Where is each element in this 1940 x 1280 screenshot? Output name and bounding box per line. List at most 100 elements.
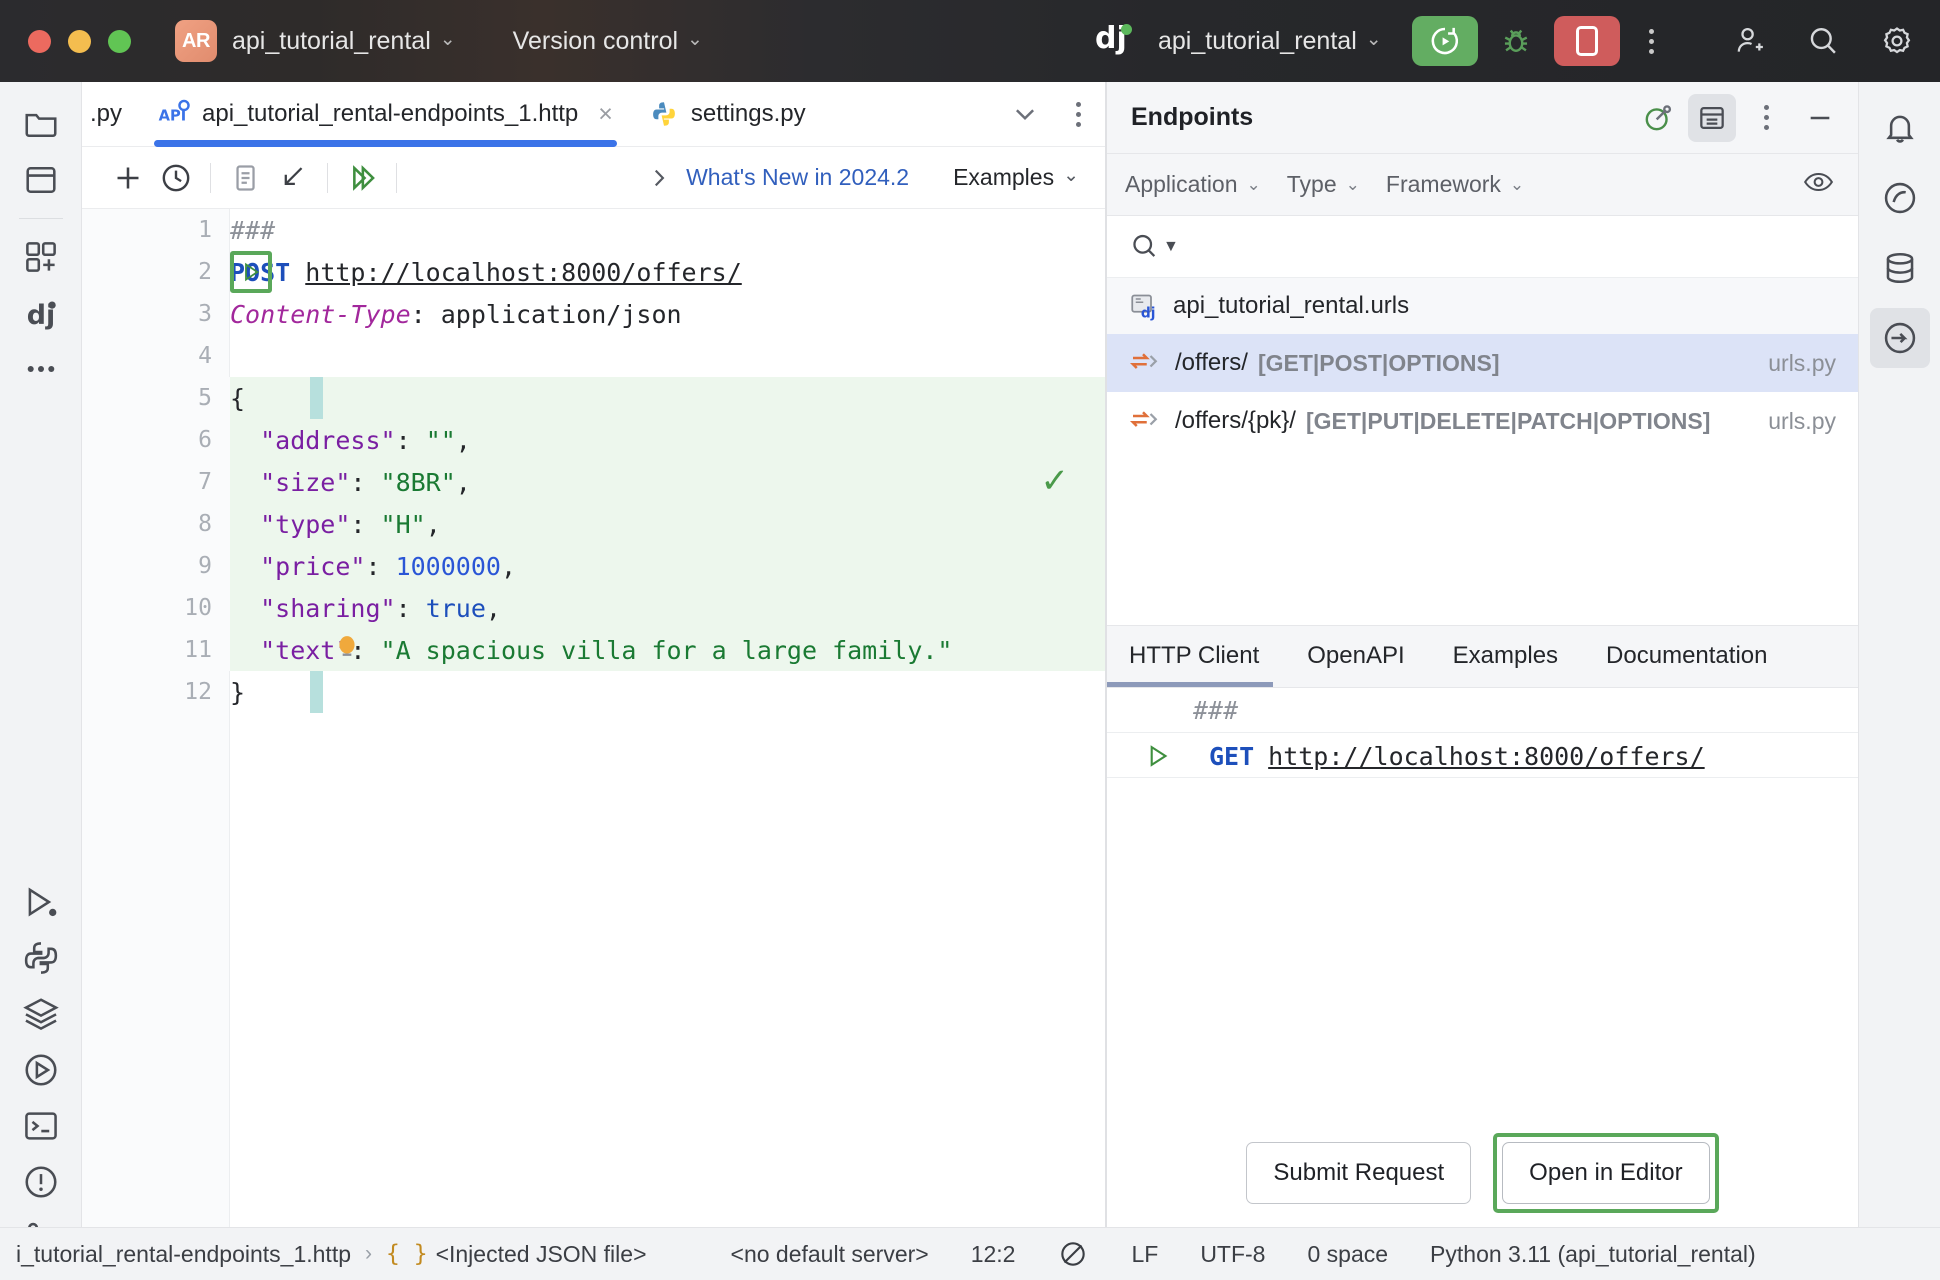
version-control-dropdown[interactable]: Version control ⌄ — [498, 27, 703, 56]
filter-application-dropdown[interactable]: Application ⌄ — [1125, 171, 1261, 198]
tab-examples[interactable]: Examples — [1429, 625, 1582, 687]
open-in-editor-button[interactable]: Open in Editor — [1502, 1142, 1709, 1204]
search-dropdown-arrow-icon[interactable]: ▼ — [1163, 238, 1179, 256]
code-token: "text" — [230, 636, 350, 665]
tab-documentation[interactable]: Documentation — [1582, 625, 1791, 687]
run-config-dropdown[interactable]: api_tutorial_rental ⌄ — [1143, 27, 1382, 56]
terminal-tool-window-button[interactable] — [13, 1098, 69, 1154]
filter-type-dropdown[interactable]: Type ⌄ — [1287, 171, 1360, 198]
status-default-server[interactable]: <no default server> — [731, 1241, 929, 1268]
structure-tool-window-button[interactable] — [13, 229, 69, 285]
minimize-window-button[interactable] — [68, 30, 91, 53]
code-line[interactable]: 1### — [82, 209, 1105, 251]
request-history-button[interactable] — [152, 154, 200, 202]
more-horizontal-icon — [22, 350, 60, 388]
more-options-button[interactable] — [1632, 18, 1672, 64]
add-request-button[interactable] — [104, 154, 152, 202]
whats-new-link[interactable]: What's New in 2024.2 — [686, 164, 909, 191]
intention-bulb-icon[interactable] — [334, 634, 360, 660]
preview-toggle-button[interactable] — [1802, 167, 1858, 202]
convert-request-button[interactable] — [269, 154, 317, 202]
code-line[interactable]: 12} — [82, 671, 1105, 713]
filter-framework-dropdown[interactable]: Framework ⌄ — [1386, 171, 1524, 198]
code-line[interactable]: 9 "price": 1000000, — [82, 545, 1105, 587]
database-button[interactable] — [1870, 238, 1930, 298]
project-tool-window-button[interactable] — [13, 96, 69, 152]
examples-dropdown[interactable]: Examples ⌄ — [953, 164, 1089, 191]
code-token: "8BR" — [381, 468, 456, 497]
project-name-dropdown[interactable]: api_tutorial_rental ⌄ — [217, 27, 456, 56]
status-line-separator[interactable]: LF — [1131, 1241, 1158, 1268]
add-user-button[interactable] — [1728, 20, 1770, 62]
code-text: POST http://localhost:8000/offers/ — [230, 258, 742, 287]
python-console-button[interactable] — [13, 930, 69, 986]
editor-tab-label: api_tutorial_rental-endpoints_1.http — [202, 100, 578, 128]
ai-assistant-button[interactable] — [1870, 168, 1930, 228]
code-line[interactable]: 6 "address": "", — [82, 419, 1105, 461]
services-tool-window-button[interactable] — [13, 1042, 69, 1098]
tab-http-client[interactable]: HTTP Client — [1107, 625, 1283, 687]
tab-openapi[interactable]: OpenAPI — [1283, 625, 1428, 687]
editor-tab-http[interactable]: API api_tutorial_rental-endpoints_1.http… — [140, 82, 631, 147]
tab-list-dropdown-button[interactable] — [1000, 91, 1050, 137]
inspection-status-icon[interactable]: ✓ — [1041, 461, 1070, 501]
run-tool-window-button[interactable] — [13, 874, 69, 930]
close-window-button[interactable] — [28, 30, 51, 53]
code-line[interactable]: 5{ — [82, 377, 1105, 419]
close-tab-button[interactable]: × — [598, 102, 613, 127]
endpoints-search-field[interactable]: ▼ — [1107, 216, 1858, 278]
preview-run-button[interactable] — [1131, 742, 1185, 770]
http-client-preview[interactable]: ### GET http://localhost:8000/offers/ — [1107, 687, 1858, 1039]
endpoints-panel-button[interactable] — [1870, 308, 1930, 368]
stop-button[interactable] — [1554, 16, 1620, 66]
run-all-requests-button[interactable] — [338, 154, 386, 202]
status-caret-position[interactable]: 12:2 — [971, 1241, 1016, 1268]
copy-as-curl-button[interactable] — [221, 154, 269, 202]
expand-icon[interactable] — [646, 165, 672, 191]
status-interpreter[interactable]: Python 3.11 (api_tutorial_rental) — [1430, 1241, 1756, 1268]
inspections-off-icon[interactable] — [1057, 1238, 1089, 1270]
search-button[interactable] — [1802, 20, 1844, 62]
endpoint-tracking-button[interactable] — [1634, 94, 1682, 142]
endpoints-group-header[interactable]: dj api_tutorial_rental.urls — [1107, 278, 1858, 334]
endpoint-row-offers[interactable]: /offers/ [GET|POST|OPTIONS] urls.py — [1107, 334, 1858, 392]
code-line[interactable]: 2POST http://localhost:8000/offers/ — [82, 251, 1105, 293]
database-tool-window-button[interactable] — [13, 986, 69, 1042]
search-input[interactable] — [1191, 233, 1751, 261]
django-tool-window-button[interactable]: dj — [13, 285, 69, 341]
submit-request-button[interactable]: Submit Request — [1246, 1142, 1471, 1204]
settings-button[interactable] — [1876, 20, 1918, 62]
code-line[interactable]: 4 — [82, 335, 1105, 377]
status-encoding[interactable]: UTF-8 — [1200, 1241, 1265, 1268]
window-controls[interactable] — [28, 30, 131, 53]
debug-button[interactable] — [1490, 16, 1542, 66]
editor-tab-py-truncated[interactable]: .py — [82, 82, 140, 147]
endpoints-header: Endpoints — [1107, 82, 1858, 154]
code-line[interactable]: 8 "type": "H", — [82, 503, 1105, 545]
code-line[interactable]: 10 "sharing": true, — [82, 587, 1105, 629]
status-file-path[interactable]: i_tutorial_rental-endpoints_1.http — [16, 1241, 351, 1268]
import-icon — [277, 162, 309, 194]
preview-url[interactable]: http://localhost:8000/offers/ — [1268, 742, 1705, 771]
tab-label: OpenAPI — [1307, 642, 1404, 670]
more-tool-windows-button[interactable] — [13, 341, 69, 397]
code-editor[interactable]: 1###2POST http://localhost:8000/offers/3… — [82, 209, 1105, 1227]
status-injected-fragment[interactable]: <Injected JSON file> — [436, 1241, 647, 1268]
minimize-panel-button[interactable] — [1796, 94, 1844, 142]
bookmarks-tool-window-button[interactable] — [13, 152, 69, 208]
code-line[interactable]: 11 "text": "A spacious villa for a large… — [82, 629, 1105, 671]
show-details-button[interactable] — [1688, 94, 1736, 142]
endpoint-row-offers-pk[interactable]: /offers/{pk}/ [GET|PUT|DELETE|PATCH|OPTI… — [1107, 392, 1858, 450]
endpoints-options-button[interactable] — [1742, 94, 1790, 142]
notifications-button[interactable] — [1870, 98, 1930, 158]
run-request-gutter-button[interactable] — [230, 251, 272, 293]
debug-bug-icon — [1499, 24, 1533, 58]
run-button[interactable] — [1412, 16, 1478, 66]
code-line[interactable]: 7 "size": "8BR", — [82, 461, 1105, 503]
maximize-window-button[interactable] — [108, 30, 131, 53]
code-line[interactable]: 3Content-Type: application/json — [82, 293, 1105, 335]
tab-options-button[interactable] — [1064, 94, 1093, 135]
problems-tool-window-button[interactable] — [13, 1154, 69, 1210]
editor-tab-settings[interactable]: settings.py — [631, 82, 824, 147]
status-indent[interactable]: 0 space — [1307, 1241, 1388, 1268]
